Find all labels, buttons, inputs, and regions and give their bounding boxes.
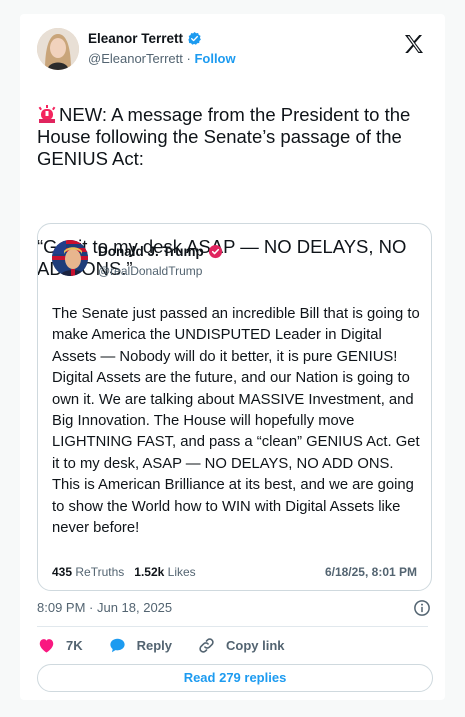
- quoted-author-name[interactable]: Donald J. Trump: [98, 244, 204, 259]
- link-icon: [199, 638, 214, 653]
- author-handle[interactable]: @EleanorTerrett: [88, 51, 183, 66]
- like-count: 7K: [66, 638, 83, 653]
- heart-icon: [39, 639, 54, 653]
- copy-link-button[interactable]: Copy link: [197, 636, 285, 655]
- likes-stat: 1.52k Likes: [134, 565, 195, 579]
- truth-verified-icon: [208, 244, 222, 259]
- author-name[interactable]: Eleanor Terrett: [88, 31, 183, 46]
- separator-dot: ·: [186, 51, 191, 66]
- x-logo-icon[interactable]: [402, 32, 426, 56]
- quoted-post-stats: 435 ReTruths 1.52k Likes: [52, 565, 196, 579]
- likes-count: 1.52k: [134, 565, 165, 579]
- info-icon[interactable]: [413, 599, 431, 617]
- retruths-stat: 435 ReTruths: [52, 565, 124, 579]
- reply-icon: [110, 638, 125, 653]
- read-replies-button[interactable]: Read 279 replies: [37, 664, 433, 692]
- quoted-post-date: 6/18/25, 8:01 PM: [324, 565, 417, 579]
- quoted-author-name-row[interactable]: Donald J. Trump: [98, 244, 223, 259]
- post-text-headline: NEW: A message from the President to the…: [37, 104, 411, 169]
- like-button[interactable]: 7K: [37, 636, 83, 655]
- siren-icon: [38, 105, 56, 123]
- reply-label: Reply: [136, 638, 173, 653]
- quoted-post-body: The Senate just passed an incredible Bil…: [52, 306, 420, 537]
- embedded-post-card: Eleanor Terrett @EleanorTerrett · Follow: [20, 14, 445, 700]
- retruths-label: ReTruths: [75, 565, 125, 579]
- likes-label: Likes: [167, 565, 196, 579]
- retruths-count: 435: [52, 565, 73, 579]
- post-header: Eleanor Terrett @EleanorTerrett · Follow: [37, 26, 428, 72]
- author-name-row[interactable]: Eleanor Terrett: [88, 31, 202, 46]
- follow-button[interactable]: Follow: [194, 51, 235, 66]
- post-actions: 7K Reply Copy link: [37, 636, 310, 655]
- quoted-author-handle[interactable]: @realDonaldTrump: [98, 264, 202, 278]
- divider: [37, 626, 428, 627]
- copy-link-label: Copy link: [226, 638, 285, 653]
- verified-icon: [188, 31, 201, 45]
- author-avatar[interactable]: [37, 28, 79, 70]
- post-timestamp[interactable]: 8:09 PM · Jun 18, 2025: [37, 600, 172, 615]
- reply-button[interactable]: Reply: [108, 636, 172, 655]
- author-handle-row: @EleanorTerrett · Follow: [88, 51, 236, 66]
- quoted-post-card[interactable]: Donald J. Trump @realDonaldTrump The Sen…: [37, 223, 432, 591]
- quoted-author-avatar[interactable]: [52, 240, 88, 276]
